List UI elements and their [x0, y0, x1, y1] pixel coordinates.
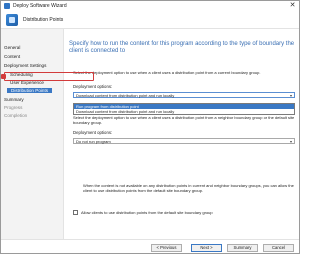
- deployment-options-label-current: Deployment options:: [73, 84, 113, 89]
- deployment-option-dropdown: Run program from distribution point Down…: [73, 103, 295, 115]
- select-value-current: Download content from distribution point…: [76, 93, 175, 98]
- deployment-options-label-neighbor: Deployment options:: [73, 130, 113, 135]
- app-icon: [4, 3, 10, 9]
- deploy-software-wizard-window: Deploy Software Wizard ✕ Distribution Po…: [0, 0, 300, 254]
- wizard-header: Distribution Points: [1, 11, 299, 29]
- cancel-button[interactable]: Cancel: [263, 244, 294, 252]
- dropdown-option-download-run-locally[interactable]: Download content from distribution point…: [74, 109, 294, 114]
- sidebar-item-content[interactable]: Content: [4, 54, 20, 59]
- deployment-option-select-neighbor[interactable]: Do not run program ▾: [73, 138, 295, 144]
- window-title: Deploy Software Wizard: [13, 3, 67, 9]
- wizard-footer: < Previous Next > Summary Cancel: [1, 239, 299, 253]
- deployment-option-select-current[interactable]: Download content from distribution point…: [73, 92, 295, 98]
- wizard-content: Specify how to run the content for this …: [65, 29, 299, 239]
- previous-button[interactable]: < Previous: [151, 244, 182, 252]
- sidebar-item-deployment-settings[interactable]: Deployment Settings: [4, 63, 46, 68]
- sidebar-item-distribution-points[interactable]: Distribution Points: [7, 88, 53, 93]
- chevron-down-icon: ▾: [289, 93, 292, 98]
- sidebar-item-progress: Progress: [4, 105, 23, 110]
- chevron-down-icon: ▾: [289, 139, 292, 144]
- title-bar: Deploy Software Wizard ✕: [1, 1, 299, 11]
- wizard-sidebar: General Content Deployment Settings Sche…: [1, 29, 64, 241]
- highlight-marker: [1, 74, 6, 79]
- sidebar-item-completion: Completion: [4, 113, 28, 118]
- sidebar-item-summary[interactable]: Summary: [4, 97, 24, 102]
- highlight-callout: [4, 72, 94, 81]
- fallback-checkbox[interactable]: [73, 210, 78, 215]
- neighbor-boundary-description: Select the deployment option to use when…: [73, 115, 295, 125]
- fallback-checkbox-label: Allow clients to use distribution points…: [81, 210, 213, 215]
- wizard-page-icon: [6, 13, 18, 26]
- close-button[interactable]: ✕: [288, 2, 297, 10]
- next-button[interactable]: Next >: [191, 244, 222, 252]
- page-title: Distribution Points: [23, 16, 64, 23]
- select-value-neighbor: Do not run program: [76, 139, 111, 144]
- sidebar-item-general[interactable]: General: [4, 45, 20, 50]
- current-boundary-description: Select the deployment option to use when…: [73, 70, 261, 75]
- summary-button[interactable]: Summary: [227, 244, 258, 252]
- fallback-checkbox-row: Allow clients to use distribution points…: [73, 210, 213, 215]
- fallback-description: When the content is not available on any…: [83, 183, 294, 193]
- page-heading: Specify how to run the content for this …: [69, 41, 295, 54]
